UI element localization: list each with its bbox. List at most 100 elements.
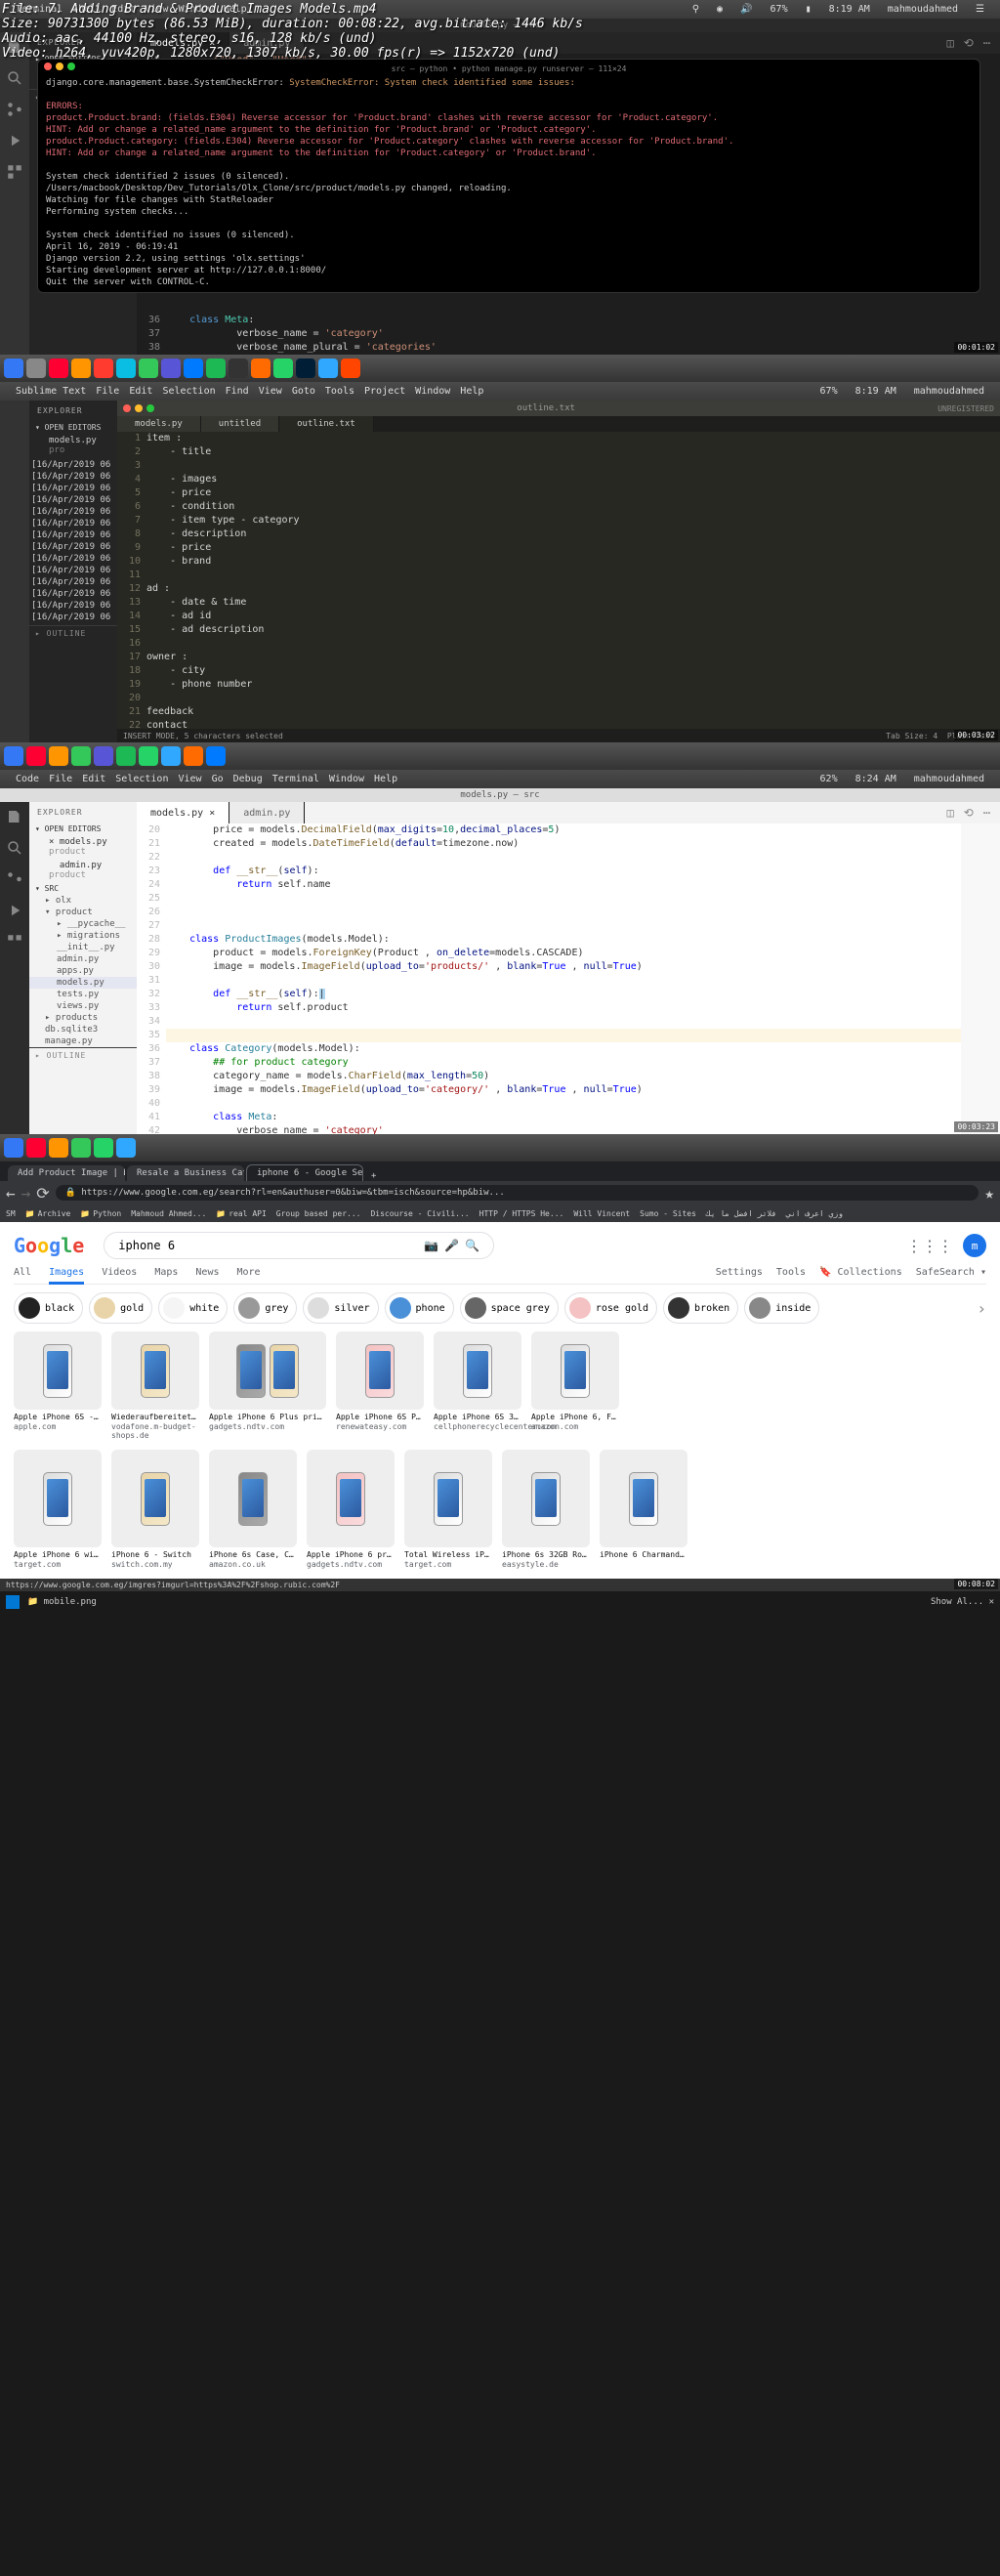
- username[interactable]: mahmoudahmed: [914, 774, 984, 784]
- dock-icon[interactable]: [94, 359, 113, 378]
- chip[interactable]: rose gold: [564, 1292, 657, 1324]
- nav-more[interactable]: More: [237, 1267, 261, 1278]
- dock-icon[interactable]: [139, 359, 158, 378]
- dock-icon[interactable]: [184, 359, 203, 378]
- git-icon[interactable]: [6, 101, 23, 118]
- bookmark[interactable]: Will Vincent: [573, 1209, 630, 1218]
- menu-selection[interactable]: Selection: [115, 774, 168, 784]
- dock-icon[interactable]: [116, 1138, 136, 1158]
- terminal-panel[interactable]: src — python • python manage.py runserve…: [37, 59, 980, 293]
- dock-icon[interactable]: [116, 746, 136, 766]
- dock-icon[interactable]: [206, 746, 226, 766]
- spotlight-icon[interactable]: ☰: [976, 4, 984, 15]
- files-icon[interactable]: [6, 808, 23, 825]
- taskbar-item[interactable]: 📁 mobile.png: [27, 1597, 97, 1607]
- chip[interactable]: black: [14, 1292, 83, 1324]
- image-result[interactable]: Total Wireless iPhone 6 32...target.com: [404, 1450, 492, 1569]
- menu-edit[interactable]: Edit: [82, 774, 105, 784]
- chip[interactable]: grey: [233, 1292, 297, 1324]
- nav-tools[interactable]: Tools: [776, 1267, 806, 1278]
- bookmark[interactable]: فلاتر افضل ما يك: [706, 1209, 776, 1218]
- split-icon[interactable]: ◫: [946, 806, 953, 820]
- dock-icon[interactable]: [94, 746, 113, 766]
- dock-icon[interactable]: [161, 359, 181, 378]
- image-result[interactable]: iPhone 6s Case, Clear Sho...amazon.co.uk: [209, 1450, 297, 1569]
- tree-item-selected[interactable]: models.py: [29, 977, 137, 989]
- account-avatar[interactable]: m: [963, 1234, 986, 1257]
- debug-icon[interactable]: [6, 902, 23, 919]
- file-item[interactable]: × models.py product: [29, 835, 137, 859]
- dock-icon[interactable]: [161, 746, 181, 766]
- chip[interactable]: white: [158, 1292, 228, 1324]
- image-result[interactable]: Apple iPhone 6, Fully Unlocked, 16...ama…: [531, 1331, 619, 1440]
- menu-go[interactable]: Go: [212, 774, 224, 784]
- dock-icon[interactable]: [229, 359, 248, 378]
- dock-icon[interactable]: [116, 359, 136, 378]
- extension-icon[interactable]: ★: [984, 1184, 994, 1203]
- menu-file[interactable]: File: [49, 774, 72, 784]
- bookmark[interactable]: Sumo - Sites: [640, 1209, 696, 1218]
- dock-icon[interactable]: [139, 746, 158, 766]
- tab-admin[interactable]: admin.py: [229, 802, 305, 823]
- tab-outline[interactable]: outline.txt: [279, 416, 374, 432]
- dock-icon[interactable]: [273, 359, 293, 378]
- search-icon[interactable]: [6, 69, 23, 87]
- dock-icon[interactable]: [251, 359, 271, 378]
- menu-find[interactable]: Find: [226, 386, 249, 397]
- dock-icon[interactable]: [4, 746, 23, 766]
- dock-icon[interactable]: [71, 746, 91, 766]
- menu-help[interactable]: Help: [374, 774, 397, 784]
- image-result[interactable]: Apple iPhone 6 with FaceTi...target.com: [14, 1450, 102, 1569]
- debug-icon[interactable]: [6, 132, 23, 149]
- search-icon[interactable]: [6, 839, 23, 857]
- camera-icon[interactable]: 📷: [424, 1239, 438, 1252]
- open-editors-section[interactable]: ▾ OPEN EDITORS: [29, 823, 137, 835]
- dock-icon[interactable]: [296, 359, 315, 378]
- dock-icon[interactable]: [94, 1138, 113, 1158]
- tree-item[interactable]: admin.py: [29, 953, 137, 965]
- close-icon[interactable]: ×: [209, 808, 215, 819]
- image-result[interactable]: iPhone 6 Charmand...: [600, 1450, 688, 1569]
- chip[interactable]: silver: [303, 1292, 378, 1324]
- image-result[interactable]: iPhone 6s 32GB Rosé Tele...easystyle.de: [502, 1450, 590, 1569]
- username[interactable]: mahmoudahmed: [888, 4, 958, 15]
- nav-all[interactable]: All: [14, 1267, 31, 1278]
- menu-goto[interactable]: Goto: [292, 386, 315, 397]
- dock-icon[interactable]: [49, 746, 68, 766]
- search-box[interactable]: 📷 🎤 🔍: [104, 1232, 494, 1259]
- nav-collections[interactable]: 🔖 Collections: [819, 1267, 902, 1278]
- image-result[interactable]: Apple iPhone 6S 32GB - Carr...cellphoner…: [434, 1331, 521, 1440]
- tree-item[interactable]: ▸ olx: [29, 895, 137, 907]
- new-tab-button[interactable]: +: [365, 1171, 382, 1181]
- reload-button[interactable]: ⟳: [36, 1184, 49, 1203]
- menu-tools[interactable]: Tools: [325, 386, 354, 397]
- chip[interactable]: inside: [744, 1292, 819, 1324]
- menu-project[interactable]: Project: [364, 386, 405, 397]
- dock-icon[interactable]: [26, 746, 46, 766]
- tree-item[interactable]: manage.py: [29, 1035, 137, 1047]
- bookmark[interactable]: Discourse - Civili...: [370, 1209, 469, 1218]
- dock-icon[interactable]: [4, 1138, 23, 1158]
- image-result[interactable]: Apple iPhone 6S Plus - 4 Col...renewatea…: [336, 1331, 424, 1440]
- bookmark[interactable]: 📁 Python: [80, 1209, 121, 1218]
- dock-icon[interactable]: [49, 1138, 68, 1158]
- tree-item[interactable]: ▸ __pycache__: [29, 918, 137, 930]
- search-icon[interactable]: 🔍: [465, 1239, 479, 1252]
- bookmark[interactable]: HTTP / HTTPS He...: [479, 1209, 564, 1218]
- chip[interactable]: phone: [385, 1292, 454, 1324]
- chrome-tab-active[interactable]: iphone 6 - Google Search: [246, 1164, 363, 1181]
- chip[interactable]: gold: [89, 1292, 152, 1324]
- nav-news[interactable]: News: [195, 1267, 219, 1278]
- bookmark[interactable]: Mahmoud Ahmed...: [131, 1209, 206, 1218]
- split-icon[interactable]: ◫: [946, 36, 953, 50]
- extensions-icon[interactable]: [6, 933, 23, 950]
- wifi-icon[interactable]: ◉: [717, 4, 723, 15]
- menu-terminal[interactable]: Terminal: [272, 774, 319, 784]
- code-content[interactable]: class Meta: verbose_name = 'category' ve…: [166, 314, 1000, 355]
- image-result[interactable]: Apple iPhone 6 price in India...gadgets.…: [307, 1450, 395, 1569]
- image-result[interactable]: Wiederaufbereitetes Apple iPhone 6 ...vo…: [111, 1331, 199, 1440]
- dock-icon[interactable]: [341, 359, 360, 378]
- tree-item[interactable]: __init__.py: [29, 942, 137, 953]
- extensions-icon[interactable]: [6, 163, 23, 181]
- search-input[interactable]: [118, 1239, 424, 1252]
